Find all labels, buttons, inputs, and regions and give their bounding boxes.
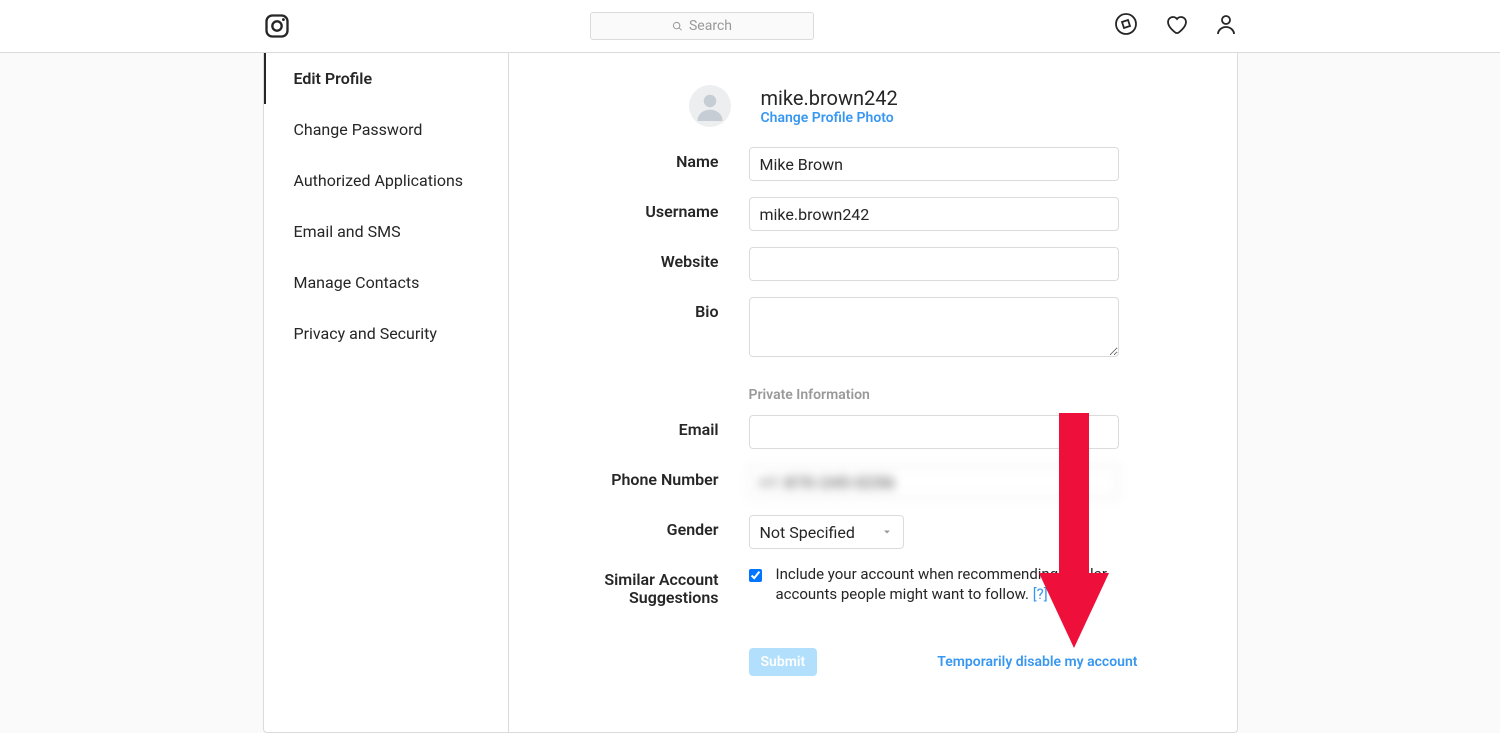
name-label: Name — [569, 147, 749, 171]
gender-value: Not Specified — [760, 523, 855, 542]
similar-accounts-checkbox[interactable] — [749, 568, 762, 583]
submit-button[interactable]: Submit — [749, 648, 818, 676]
website-field[interactable] — [749, 247, 1119, 281]
sidebar-item-edit-profile[interactable]: Edit Profile — [264, 53, 508, 104]
private-info-heading: Private Information — [749, 387, 1177, 403]
similar-accounts-description: Include your account when recommending s… — [776, 565, 1119, 604]
person-icon — [695, 91, 725, 121]
phone-field[interactable] — [749, 465, 1119, 499]
search-icon — [672, 21, 683, 32]
similar-help-link[interactable]: [?] — [1033, 585, 1048, 603]
bio-field[interactable] — [749, 297, 1119, 357]
edit-profile-form: mike.brown242 Change Profile Photo Name … — [509, 53, 1237, 732]
email-field[interactable] — [749, 415, 1119, 449]
profile-icon[interactable] — [1214, 12, 1238, 40]
settings-sidebar: Edit Profile Change Password Authorized … — [264, 53, 509, 732]
change-profile-photo-link[interactable]: Change Profile Photo — [761, 110, 898, 126]
username-label: Username — [569, 197, 749, 221]
sidebar-item-email-sms[interactable]: Email and SMS — [264, 206, 508, 257]
sidebar-item-change-password[interactable]: Change Password — [264, 104, 508, 155]
website-label: Website — [569, 247, 749, 271]
search-input[interactable]: Search — [590, 12, 814, 40]
username-field[interactable] — [749, 197, 1119, 231]
chevron-down-icon — [881, 526, 893, 538]
avatar[interactable] — [689, 85, 731, 127]
sidebar-item-authorized-applications[interactable]: Authorized Applications — [264, 155, 508, 206]
gender-select[interactable]: Not Specified — [749, 515, 904, 549]
temporarily-disable-account-link[interactable]: Temporarily disable my account — [937, 654, 1137, 670]
phone-label: Phone Number — [569, 465, 749, 489]
bio-label: Bio — [569, 297, 749, 321]
profile-username-heading: mike.brown242 — [761, 86, 898, 110]
search-placeholder: Search — [689, 18, 732, 34]
sidebar-item-manage-contacts[interactable]: Manage Contacts — [264, 257, 508, 308]
email-label: Email — [569, 415, 749, 439]
name-field[interactable] — [749, 147, 1119, 181]
instagram-logo[interactable] — [263, 12, 291, 40]
sidebar-item-privacy-security[interactable]: Privacy and Security — [264, 308, 508, 359]
activity-heart-icon[interactable] — [1164, 12, 1188, 40]
gender-label: Gender — [569, 515, 749, 539]
similar-label: Similar Account Suggestions — [569, 565, 749, 608]
explore-icon[interactable] — [1114, 12, 1138, 40]
